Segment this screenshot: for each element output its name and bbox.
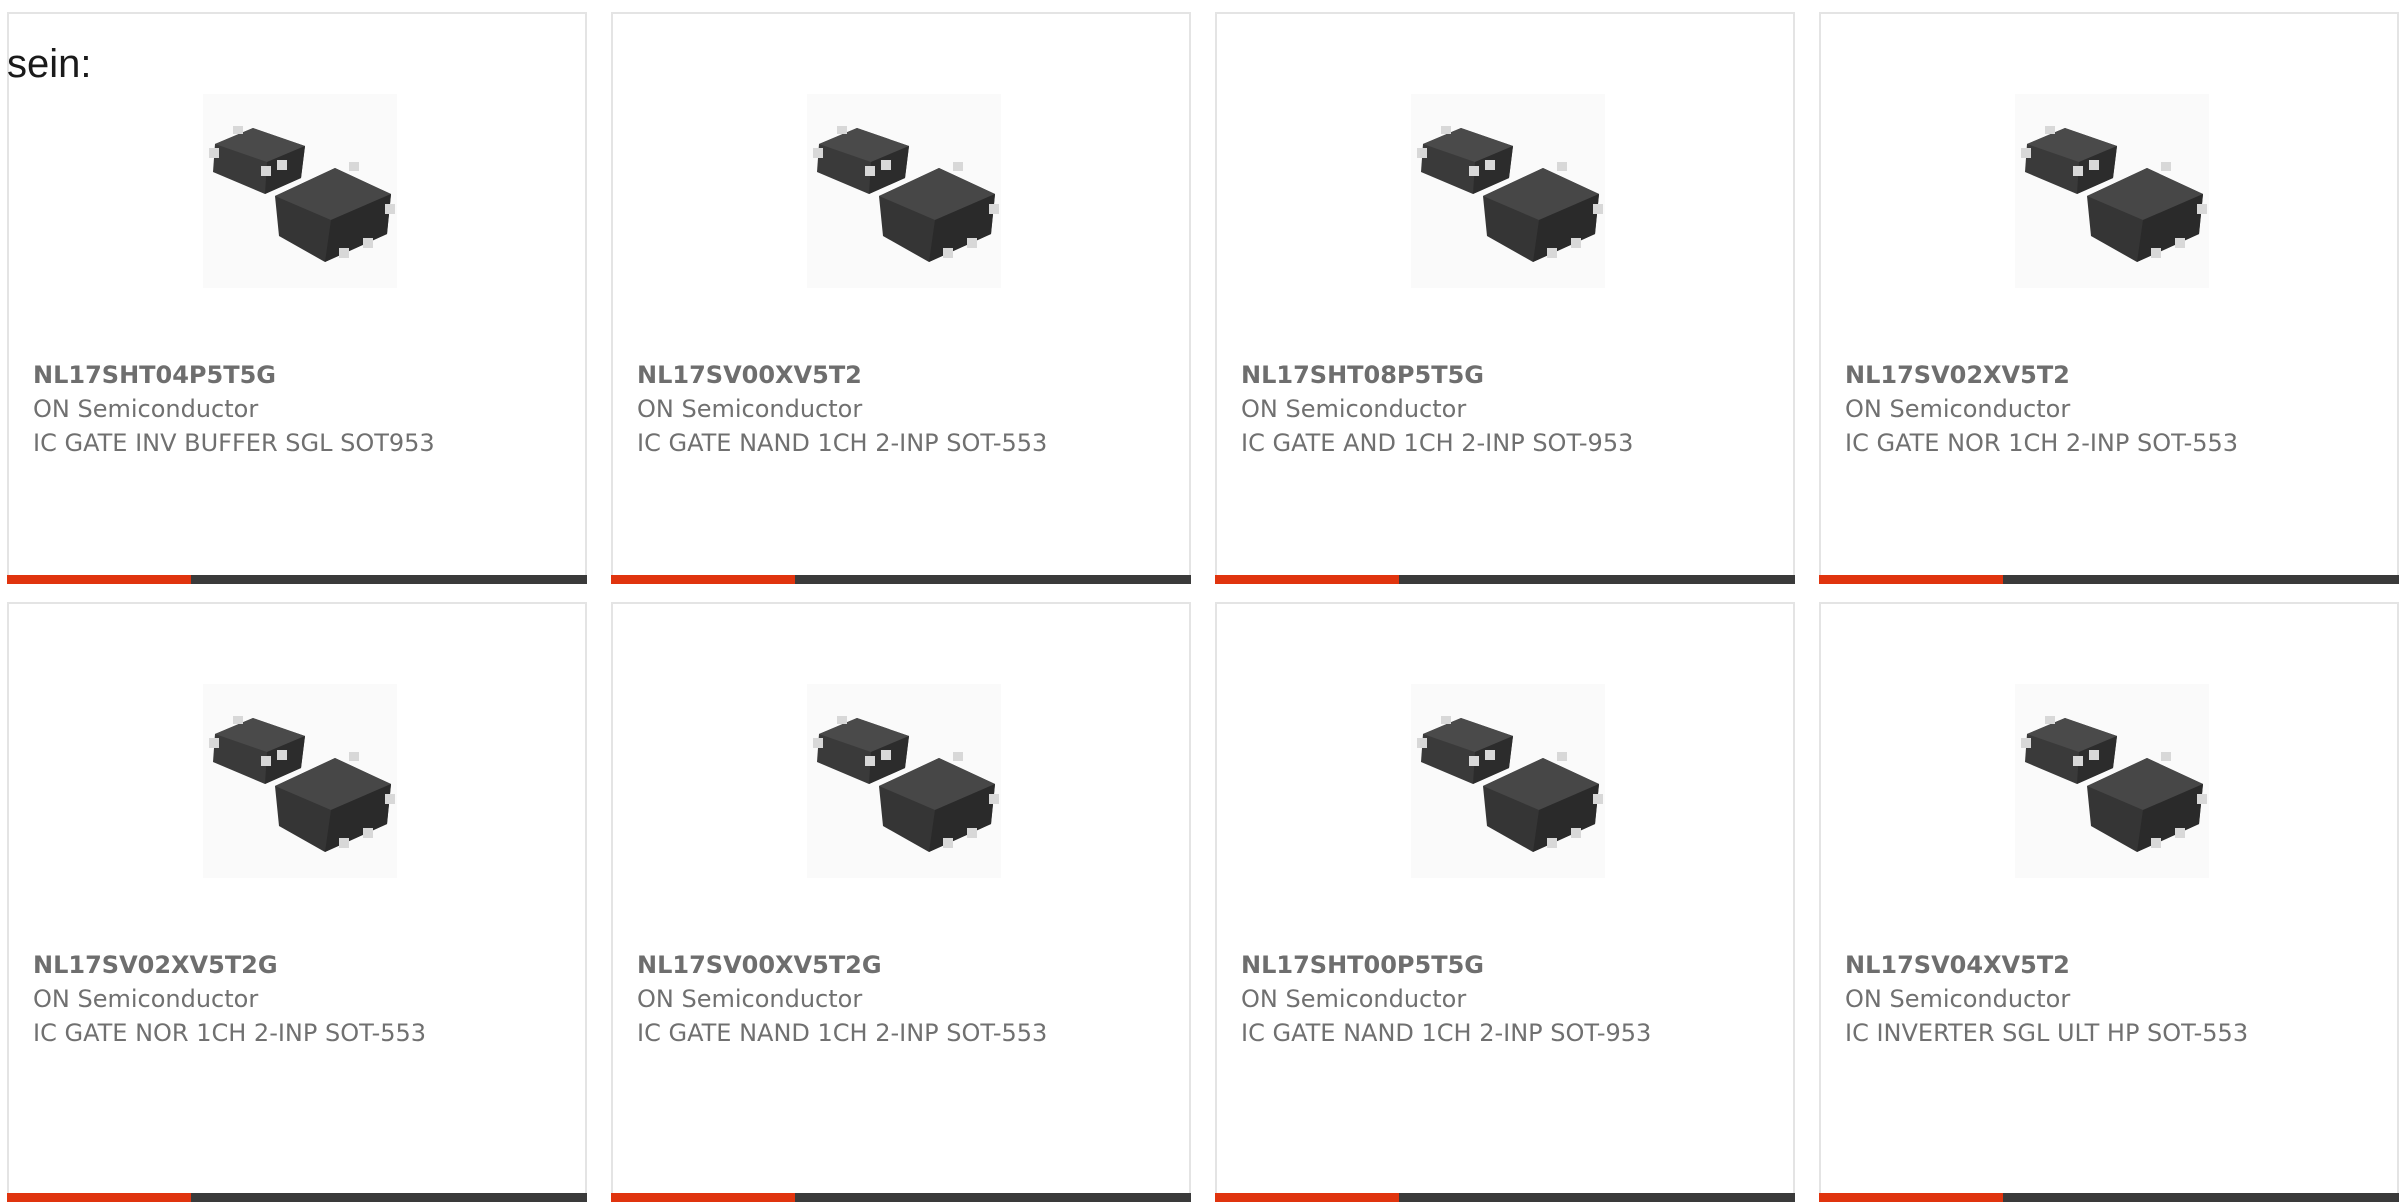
card-bottom-bar (7, 575, 587, 584)
manufacturer: ON Semiconductor (637, 395, 863, 423)
sot-553-package-image (203, 684, 397, 878)
card-bottom-bar (7, 1193, 587, 1202)
sot-553-package-image (2015, 94, 2209, 288)
card-bottom-bar (1819, 1193, 2399, 1202)
part-number[interactable]: NL17SV02XV5T2G (33, 948, 463, 982)
part-number[interactable]: NL17SV04XV5T2 (1845, 948, 2275, 982)
product-card[interactable]: NL17SV00XV5T2 ON Semiconductor IC GATE N… (611, 12, 1191, 584)
description: IC GATE NOR 1CH 2-INP SOT-553 (33, 1019, 427, 1047)
description: IC INVERTER SGL ULT HP SOT-553 (1845, 1019, 2249, 1047)
product-card[interactable]: NL17SV04XV5T2 ON Semiconductor IC INVERT… (1819, 602, 2399, 1202)
manufacturer: ON Semiconductor (33, 985, 259, 1013)
product-info: NL17SHT00P5T5G ON Semiconductor IC GATE … (1241, 948, 1671, 1050)
card-accent-bar (7, 575, 191, 584)
intro-text: sein: (7, 42, 92, 86)
product-card[interactable]: NL17SV00XV5T2G ON Semiconductor IC GATE … (611, 602, 1191, 1202)
card-accent-bar (1819, 575, 2003, 584)
part-number[interactable]: NL17SHT08P5T5G (1241, 358, 1671, 392)
manufacturer: ON Semiconductor (637, 985, 863, 1013)
card-bottom-bar (1215, 575, 1795, 584)
card-accent-bar (611, 575, 795, 584)
description: IC GATE NOR 1CH 2-INP SOT-553 (1845, 429, 2239, 457)
product-grid: NL17SHT04P5T5G ON Semiconductor IC GATE … (7, 12, 2399, 1202)
card-accent-bar (1215, 1193, 1399, 1202)
product-info: NL17SV04XV5T2 ON Semiconductor IC INVERT… (1845, 948, 2275, 1050)
product-card[interactable]: NL17SHT08P5T5G ON Semiconductor IC GATE … (1215, 12, 1795, 584)
part-number[interactable]: NL17SV02XV5T2 (1845, 358, 2275, 392)
manufacturer: ON Semiconductor (1241, 395, 1467, 423)
description: IC GATE INV BUFFER SGL SOT953 (33, 429, 435, 457)
description: IC GATE NAND 1CH 2-INP SOT-553 (637, 1019, 1048, 1047)
part-number[interactable]: NL17SV00XV5T2G (637, 948, 1067, 982)
description: IC GATE AND 1CH 2-INP SOT-953 (1241, 429, 1634, 457)
card-bottom-bar (1215, 1193, 1795, 1202)
product-card[interactable]: NL17SV02XV5T2G ON Semiconductor IC GATE … (7, 602, 587, 1202)
sot-553-package-image (1411, 684, 1605, 878)
product-card[interactable]: NL17SHT00P5T5G ON Semiconductor IC GATE … (1215, 602, 1795, 1202)
description: IC GATE NAND 1CH 2-INP SOT-553 (637, 429, 1048, 457)
sot-553-package-image (203, 94, 397, 288)
card-bottom-bar (611, 575, 1191, 584)
manufacturer: ON Semiconductor (33, 395, 259, 423)
sot-553-package-image (1411, 94, 1605, 288)
card-accent-bar (1215, 575, 1399, 584)
product-info: NL17SHT08P5T5G ON Semiconductor IC GATE … (1241, 358, 1671, 460)
card-accent-bar (611, 1193, 795, 1202)
product-card[interactable]: NL17SV02XV5T2 ON Semiconductor IC GATE N… (1819, 12, 2399, 584)
description: IC GATE NAND 1CH 2-INP SOT-953 (1241, 1019, 1652, 1047)
manufacturer: ON Semiconductor (1845, 395, 2071, 423)
sot-553-package-image (807, 94, 1001, 288)
sot-553-package-image (2015, 684, 2209, 878)
manufacturer: ON Semiconductor (1845, 985, 2071, 1013)
product-info: NL17SV02XV5T2 ON Semiconductor IC GATE N… (1845, 358, 2275, 460)
product-info: NL17SHT04P5T5G ON Semiconductor IC GATE … (33, 358, 463, 460)
manufacturer: ON Semiconductor (1241, 985, 1467, 1013)
product-info: NL17SV00XV5T2G ON Semiconductor IC GATE … (637, 948, 1067, 1050)
part-number[interactable]: NL17SV00XV5T2 (637, 358, 1067, 392)
product-info: NL17SV02XV5T2G ON Semiconductor IC GATE … (33, 948, 463, 1050)
product-info: NL17SV00XV5T2 ON Semiconductor IC GATE N… (637, 358, 1067, 460)
card-accent-bar (1819, 1193, 2003, 1202)
sot-553-package-image (807, 684, 1001, 878)
card-bottom-bar (1819, 575, 2399, 584)
part-number[interactable]: NL17SHT04P5T5G (33, 358, 463, 392)
card-accent-bar (7, 1193, 191, 1202)
card-bottom-bar (611, 1193, 1191, 1202)
part-number[interactable]: NL17SHT00P5T5G (1241, 948, 1671, 982)
product-card[interactable]: NL17SHT04P5T5G ON Semiconductor IC GATE … (7, 12, 587, 584)
